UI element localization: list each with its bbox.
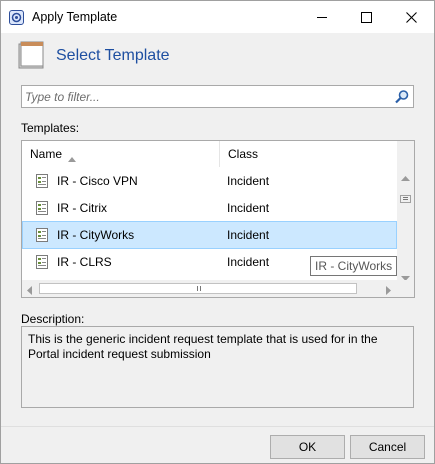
template-name: IR - Cisco VPN bbox=[57, 174, 138, 188]
list-header: Name Class bbox=[22, 141, 397, 167]
column-header-class[interactable]: Class bbox=[220, 141, 396, 167]
template-name: IR - CityWorks bbox=[57, 228, 135, 242]
template-icon bbox=[35, 228, 49, 242]
description-text: This is the generic incident request tem… bbox=[21, 326, 414, 408]
scroll-right-icon[interactable] bbox=[386, 284, 391, 297]
template-icon bbox=[35, 255, 49, 269]
horizontal-scroll-thumb[interactable] bbox=[39, 283, 357, 294]
list-item[interactable]: IR - Cisco VPN Incident bbox=[23, 168, 395, 195]
vertical-scroll-thumb[interactable] bbox=[400, 195, 411, 203]
horizontal-scrollbar[interactable] bbox=[22, 280, 397, 297]
minimize-button[interactable] bbox=[300, 1, 344, 33]
scroll-left-icon[interactable] bbox=[27, 284, 32, 297]
template-name: IR - CLRS bbox=[57, 255, 112, 269]
apply-template-dialog: Apply Template Select Template Type to f… bbox=[0, 0, 435, 464]
search-icon[interactable] bbox=[394, 89, 410, 105]
app-template-icon bbox=[9, 10, 24, 25]
list-item-selected[interactable]: IR - CityWorks Incident bbox=[22, 221, 397, 249]
blank-page-icon bbox=[18, 41, 45, 69]
ok-button[interactable]: OK bbox=[270, 435, 345, 459]
title-bar[interactable]: Apply Template bbox=[1, 1, 434, 33]
window-title: Apply Template bbox=[32, 10, 118, 24]
dialog-footer: OK Cancel bbox=[1, 426, 434, 463]
scroll-up-icon[interactable] bbox=[401, 170, 410, 184]
templates-label: Templates: bbox=[21, 121, 80, 135]
page-title: Select Template bbox=[56, 47, 170, 64]
dialog-header: Select Template bbox=[1, 33, 434, 77]
template-icon bbox=[35, 201, 49, 215]
scrollbar-corner bbox=[397, 280, 414, 297]
description-label: Description: bbox=[21, 312, 85, 326]
template-class: Incident bbox=[227, 174, 270, 188]
template-icon bbox=[35, 174, 49, 188]
filter-input[interactable] bbox=[25, 89, 385, 105]
column-header-name[interactable]: Name bbox=[22, 141, 220, 167]
cancel-button[interactable]: Cancel bbox=[350, 435, 425, 459]
sort-ascending-icon bbox=[68, 145, 76, 162]
template-name: IR - Citrix bbox=[57, 201, 107, 215]
vertical-scrollbar[interactable] bbox=[397, 141, 414, 281]
column-name-label: Name bbox=[30, 147, 63, 161]
filter-field[interactable] bbox=[21, 85, 414, 108]
template-class: Incident bbox=[227, 228, 270, 242]
column-class-label: Class bbox=[228, 147, 259, 161]
tooltip: IR - CityWorks bbox=[310, 256, 398, 276]
template-class: Incident bbox=[227, 255, 270, 269]
maximize-button[interactable] bbox=[344, 1, 388, 33]
template-class: Incident bbox=[227, 201, 270, 215]
list-item[interactable]: IR - Citrix Incident bbox=[23, 195, 395, 222]
close-button[interactable] bbox=[389, 1, 433, 33]
